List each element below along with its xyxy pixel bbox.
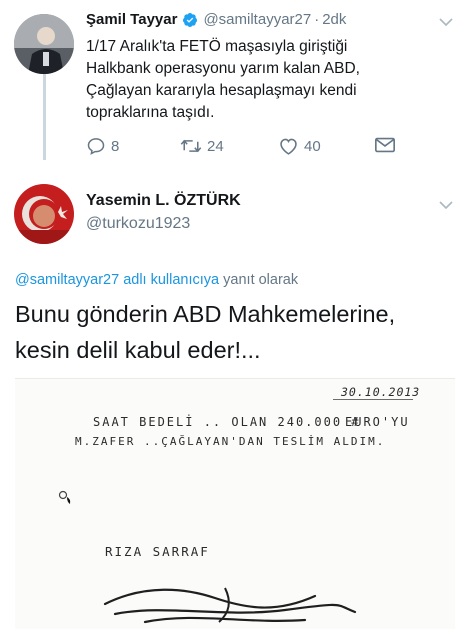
- document-date-underline: [333, 399, 413, 400]
- direct-message-button[interactable]: [374, 136, 396, 154]
- reply-handle[interactable]: @turkozu1923: [86, 215, 190, 233]
- tweet-handle[interactable]: @samiltayyar27: [203, 11, 311, 28]
- document-line: M.ZAFER ..ÇAĞLAYAN'DAN TESLİM ALDIM.: [75, 435, 386, 448]
- chevron-down-icon[interactable]: [439, 200, 453, 210]
- document-line: SAAT BEDELİ .. OLAN 240.000 #: [93, 415, 361, 429]
- document-signature: [103, 587, 357, 624]
- reply-context-mention[interactable]: @samiltayyar27 adlı kullanıcıya: [15, 272, 219, 288]
- tweet-text-line: Çağlayan kararıyla hesaplaşmayı kendi: [86, 82, 357, 99]
- tweet-timestamp[interactable]: 2dk: [322, 11, 346, 28]
- document-ink-blot: [58, 490, 71, 504]
- reply-icon: [87, 138, 105, 155]
- tweet-text-line: topraklarına taşıdı.: [86, 104, 215, 121]
- avatar-samil[interactable]: [14, 14, 74, 74]
- retweet-button[interactable]: 24: [180, 136, 224, 156]
- document-date: 30.10.2013: [341, 385, 421, 399]
- retweet-count: 24: [207, 137, 224, 155]
- document-line: EURO'YU: [345, 415, 410, 429]
- reply-text-line: Bunu gönderin ABD Mahkemelerine,: [15, 301, 396, 327]
- reply-text: Bunu gönderin ABD Mahkemelerine, kesin d…: [15, 296, 395, 368]
- verified-badge-icon: [183, 12, 198, 27]
- avatar-image: [14, 14, 74, 74]
- reply-context: @samiltayyar27 adlı kullanıcıya yanıt ol…: [15, 272, 298, 288]
- reply-count: 8: [111, 137, 120, 155]
- avatar-yasemin[interactable]: [14, 184, 74, 244]
- tweet-text-line: Halkbank operasyonu yarım kalan ABD,: [86, 60, 360, 77]
- tweet-text-line: 1/17 Aralık'ta FETÖ maşasıyla giriştiği: [86, 38, 348, 55]
- tweet-display-name[interactable]: Şamil Tayyar: [86, 11, 177, 28]
- direct-message-icon: [375, 137, 395, 153]
- thread-line: [43, 74, 46, 160]
- reply-display-name[interactable]: Yasemin L. ÖZTÜRK: [86, 192, 241, 210]
- reply-text-line: kesin delil kabul eder!...: [15, 337, 261, 363]
- like-count: 40: [304, 137, 321, 155]
- tweet-text: 1/17 Aralık'ta FETÖ maşasıyla giriştiği …: [86, 36, 360, 124]
- document-signer-name: RIZA SARRAF: [105, 544, 210, 559]
- like-button[interactable]: 40: [278, 136, 321, 156]
- tweet-separator: ·: [314, 11, 320, 28]
- like-icon: [280, 138, 297, 155]
- reply-button[interactable]: 8: [86, 136, 119, 156]
- reply-context-suffix: yanıt olarak: [223, 272, 299, 288]
- retweet-icon: [180, 139, 202, 153]
- avatar-image: [14, 184, 74, 244]
- chevron-down-icon[interactable]: [439, 17, 453, 27]
- attached-document-image[interactable]: 30.10.2013 SAAT BEDELİ .. OLAN 240.000 #…: [15, 378, 455, 629]
